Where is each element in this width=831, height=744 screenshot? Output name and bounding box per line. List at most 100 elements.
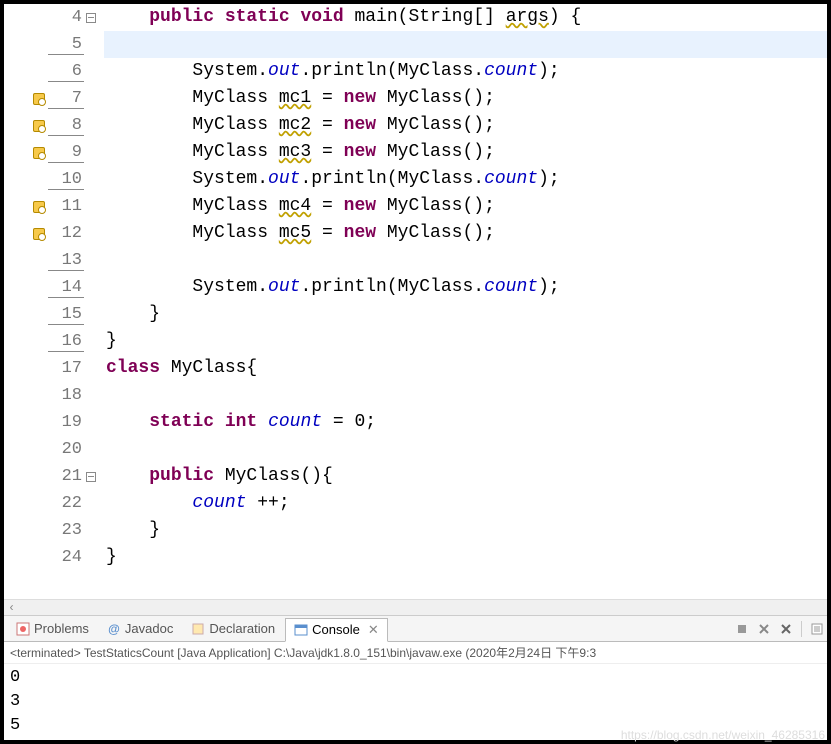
gutter-row[interactable]: 9	[4, 139, 104, 166]
code-line[interactable]: MyClass mc2 = new MyClass();	[104, 112, 827, 139]
line-number[interactable]: 10	[48, 170, 84, 190]
line-number[interactable]: 16	[48, 332, 84, 352]
horizontal-scrollbar[interactable]: ‹	[4, 599, 827, 615]
gutter-row[interactable]: 23	[4, 517, 104, 544]
line-number[interactable]: 21	[48, 467, 84, 486]
code-line[interactable]	[104, 436, 827, 463]
line-number[interactable]: 5	[48, 35, 84, 55]
line-number[interactable]: 11	[48, 197, 84, 216]
fold-collapse-icon[interactable]	[86, 13, 96, 23]
code-line[interactable]	[104, 247, 827, 274]
gutter-row[interactable]: 4	[4, 4, 104, 31]
code-line[interactable]: public static void main(String[] args) {	[104, 4, 827, 31]
code-line[interactable]: MyClass mc3 = new MyClass();	[104, 139, 827, 166]
line-number[interactable]: 20	[48, 440, 84, 459]
code-line[interactable]: public MyClass(){	[104, 463, 827, 490]
warning-icon[interactable]	[33, 120, 45, 132]
code-token: .println(MyClass.	[300, 169, 484, 189]
code-token: MyClass(){	[214, 466, 333, 486]
gutter-row[interactable]: 18	[4, 382, 104, 409]
gutter-row[interactable]: 14	[4, 274, 104, 301]
code-line[interactable]: MyClass mc5 = new MyClass();	[104, 220, 827, 247]
gutter-row[interactable]: 19	[4, 409, 104, 436]
clear-console-icon[interactable]	[777, 620, 795, 638]
line-number[interactable]: 19	[48, 413, 84, 432]
console-output[interactable]: 035	[4, 664, 827, 740]
tab-console[interactable]: Console ✕	[285, 618, 388, 642]
warning-icon[interactable]	[33, 93, 45, 105]
line-number[interactable]: 4	[48, 8, 84, 27]
gutter-row[interactable]: 17	[4, 355, 104, 382]
code-token: out	[268, 277, 300, 297]
line-number[interactable]: 24	[48, 548, 84, 567]
code-line[interactable]: System.out.println(MyClass.count);	[104, 274, 827, 301]
code-area[interactable]: public static void main(String[] args) {…	[104, 4, 827, 599]
console-icon	[294, 623, 308, 637]
warning-icon[interactable]	[33, 201, 45, 213]
remove-launch-icon[interactable]	[733, 620, 751, 638]
gutter-row[interactable]: 22	[4, 490, 104, 517]
tab-declaration[interactable]: Declaration	[183, 618, 283, 639]
gutter-row[interactable]: 11	[4, 193, 104, 220]
gutter-row[interactable]: 16	[4, 328, 104, 355]
code-token: static int	[149, 412, 257, 432]
line-number[interactable]: 17	[48, 359, 84, 378]
line-number[interactable]: 18	[48, 386, 84, 405]
gutter-row[interactable]: 7	[4, 85, 104, 112]
pin-console-icon[interactable]	[808, 620, 826, 638]
fold-collapse-icon[interactable]	[86, 472, 96, 482]
code-token: );	[538, 169, 560, 189]
code-line[interactable]: }	[104, 544, 827, 571]
close-tab-icon[interactable]: ✕	[368, 622, 379, 638]
code-token: =	[311, 88, 343, 108]
tab-javadoc[interactable]: @ Javadoc	[99, 618, 181, 639]
line-number[interactable]: 8	[48, 116, 84, 136]
warning-icon[interactable]	[33, 228, 45, 240]
code-token	[106, 34, 192, 54]
code-editor[interactable]: 4 5 6 7 8 9 10 11 12 13 14 15 16 17 18 19 20 21 22 23 24 pub…	[4, 4, 827, 599]
code-line[interactable]: MyClass mc1 = new MyClass();	[104, 85, 827, 112]
line-number[interactable]: 13	[48, 251, 84, 271]
code-line[interactable]	[104, 31, 827, 58]
code-line[interactable]: MyClass mc4 = new MyClass();	[104, 193, 827, 220]
gutter-row[interactable]: 5	[4, 31, 104, 58]
line-number[interactable]: 22	[48, 494, 84, 513]
line-number[interactable]: 23	[48, 521, 84, 540]
code-line[interactable]: class MyClass{	[104, 355, 827, 382]
scroll-left-icon[interactable]: ‹	[8, 601, 15, 615]
code-line[interactable]: }	[104, 328, 827, 355]
line-number[interactable]: 6	[48, 62, 84, 82]
toolbar-separator	[801, 621, 802, 637]
warning-icon[interactable]	[33, 147, 45, 159]
gutter-row[interactable]: 24	[4, 544, 104, 571]
line-number[interactable]: 12	[48, 224, 84, 243]
code-line[interactable]: count ++;	[104, 490, 827, 517]
code-token	[106, 7, 149, 27]
code-token: MyClass();	[376, 115, 495, 135]
fold-column	[84, 472, 98, 482]
gutter-row[interactable]: 12	[4, 220, 104, 247]
gutter-row[interactable]: 10	[4, 166, 104, 193]
gutter-row[interactable]: 13	[4, 247, 104, 274]
code-line[interactable]: }	[104, 301, 827, 328]
marker-column	[30, 120, 48, 132]
tab-problems[interactable]: Problems	[8, 618, 97, 639]
code-line[interactable]: }	[104, 517, 827, 544]
code-token: count	[484, 61, 538, 81]
gutter-row[interactable]: 6	[4, 58, 104, 85]
console-line: 5	[10, 714, 821, 738]
gutter-row[interactable]: 21	[4, 463, 104, 490]
code-token: public	[149, 466, 214, 486]
line-number[interactable]: 14	[48, 278, 84, 298]
gutter-row[interactable]: 15	[4, 301, 104, 328]
line-number[interactable]: 9	[48, 143, 84, 163]
remove-all-icon[interactable]	[755, 620, 773, 638]
code-line[interactable]: System.out.println(MyClass.count);	[104, 58, 827, 85]
code-line[interactable]	[104, 382, 827, 409]
code-line[interactable]: System.out.println(MyClass.count);	[104, 166, 827, 193]
code-line[interactable]: static int count = 0;	[104, 409, 827, 436]
line-number[interactable]: 15	[48, 305, 84, 325]
gutter-row[interactable]: 20	[4, 436, 104, 463]
line-number[interactable]: 7	[48, 89, 84, 109]
gutter-row[interactable]: 8	[4, 112, 104, 139]
